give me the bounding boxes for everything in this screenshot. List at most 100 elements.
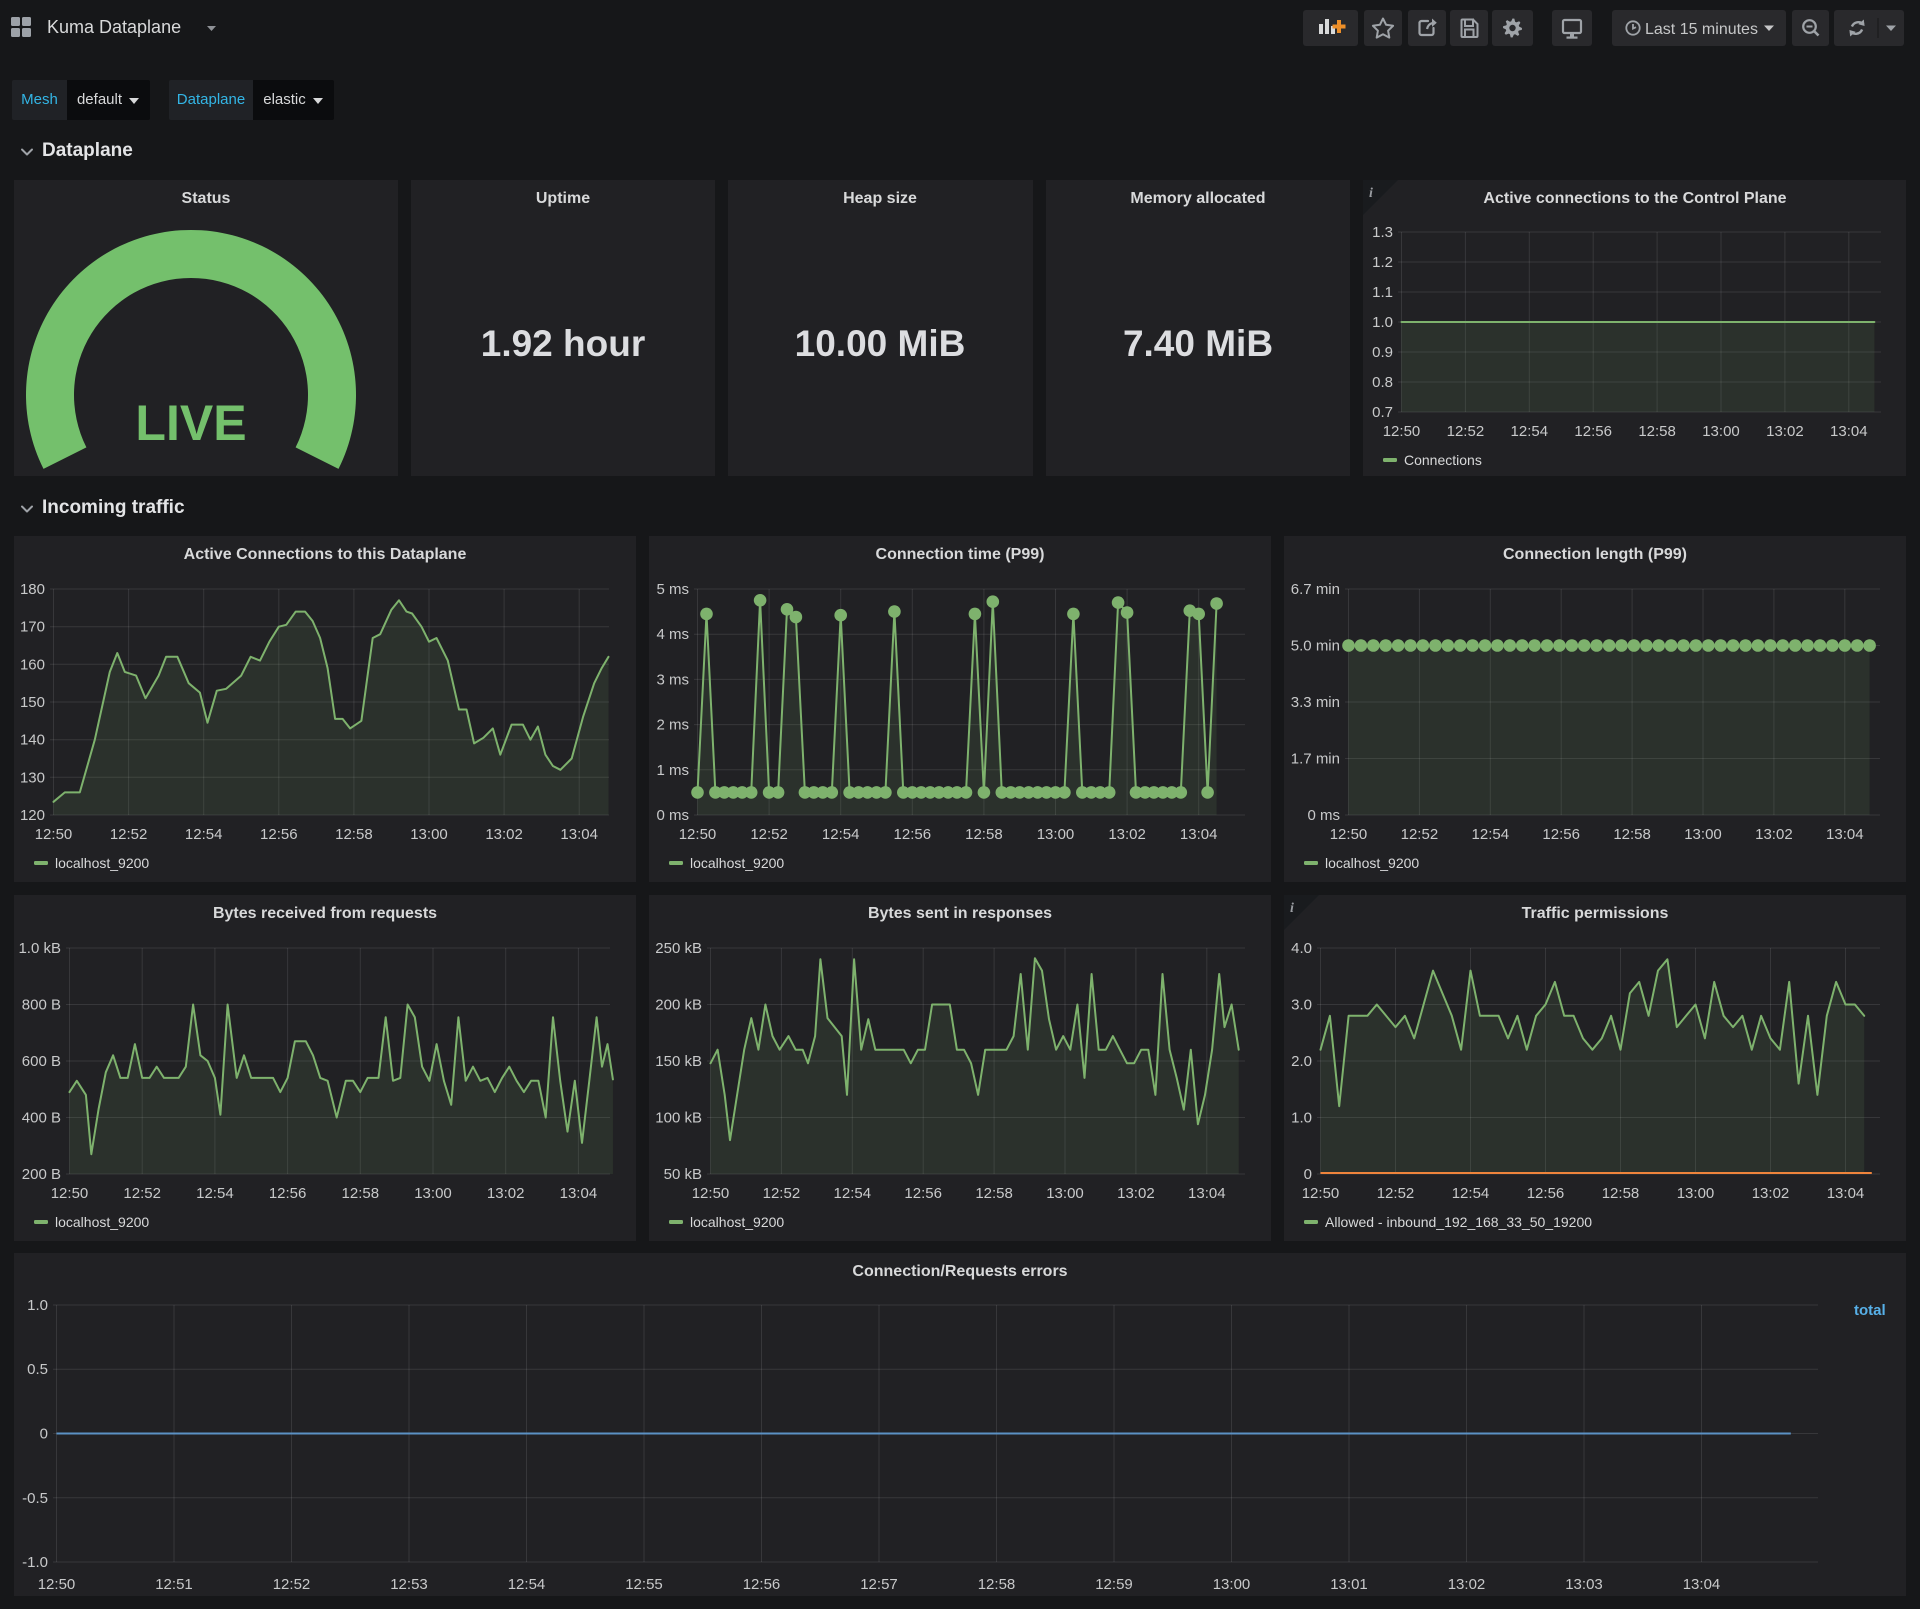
svg-text:5.0 min: 5.0 min xyxy=(1291,638,1340,655)
svg-text:13:00: 13:00 xyxy=(1677,1185,1715,1202)
svg-text:12:52: 12:52 xyxy=(110,826,148,843)
svg-text:13:02: 13:02 xyxy=(1108,826,1146,843)
svg-text:12:54: 12:54 xyxy=(196,1185,234,1202)
svg-text:Heap size: Heap size xyxy=(843,190,917,207)
svg-text:1.2: 1.2 xyxy=(1372,254,1393,271)
svg-text:12:53: 12:53 xyxy=(390,1576,428,1593)
svg-text:13:00: 13:00 xyxy=(1684,826,1722,843)
svg-text:Connections: Connections xyxy=(1404,452,1482,468)
svg-text:localhost_9200: localhost_9200 xyxy=(690,1214,784,1230)
svg-text:12:50: 12:50 xyxy=(1302,1185,1340,1202)
svg-text:3.0: 3.0 xyxy=(1291,997,1312,1014)
svg-text:0: 0 xyxy=(40,1426,48,1443)
svg-text:3.3 min: 3.3 min xyxy=(1291,694,1340,711)
svg-text:13:02: 13:02 xyxy=(1755,826,1793,843)
svg-text:13:04: 13:04 xyxy=(1826,826,1864,843)
svg-text:1.0: 1.0 xyxy=(1372,314,1393,331)
svg-text:12:54: 12:54 xyxy=(822,826,860,843)
svg-text:1.0: 1.0 xyxy=(27,1297,48,1314)
svg-text:3 ms: 3 ms xyxy=(656,671,689,688)
svg-text:0 ms: 0 ms xyxy=(1307,807,1340,824)
svg-text:400 B: 400 B xyxy=(22,1110,61,1127)
svg-text:0: 0 xyxy=(1304,1166,1312,1183)
svg-text:13:04: 13:04 xyxy=(1180,826,1218,843)
svg-text:12:56: 12:56 xyxy=(1527,1185,1565,1202)
svg-text:5 ms: 5 ms xyxy=(656,581,689,598)
svg-text:12:55: 12:55 xyxy=(625,1576,663,1593)
svg-text:13:00: 13:00 xyxy=(1046,1185,1084,1202)
svg-text:Memory allocated: Memory allocated xyxy=(1130,190,1265,207)
svg-text:12:52: 12:52 xyxy=(273,1576,311,1593)
svg-text:12:54: 12:54 xyxy=(1511,423,1549,440)
svg-text:50 kB: 50 kB xyxy=(664,1166,702,1183)
svg-text:12:56: 12:56 xyxy=(1574,423,1612,440)
svg-text:12:58: 12:58 xyxy=(335,826,373,843)
svg-text:12:50: 12:50 xyxy=(51,1185,89,1202)
svg-text:1.1: 1.1 xyxy=(1372,284,1393,301)
svg-text:12:56: 12:56 xyxy=(1542,826,1580,843)
svg-text:12:52: 12:52 xyxy=(1377,1185,1415,1202)
svg-text:12:59: 12:59 xyxy=(1095,1576,1133,1593)
svg-text:Connection/Requests errors: Connection/Requests errors xyxy=(852,1263,1067,1280)
svg-text:Kuma Dataplane: Kuma Dataplane xyxy=(47,17,181,37)
svg-text:Active connections to the Cont: Active connections to the Control Plane xyxy=(1483,190,1786,207)
svg-text:1.0: 1.0 xyxy=(1291,1110,1312,1127)
svg-text:160: 160 xyxy=(20,656,45,673)
svg-text:13:04: 13:04 xyxy=(560,826,598,843)
svg-text:130: 130 xyxy=(20,769,45,786)
svg-text:0.9: 0.9 xyxy=(1372,344,1393,361)
svg-text:total: total xyxy=(1854,1302,1886,1319)
svg-text:13:04: 13:04 xyxy=(560,1185,598,1202)
svg-text:13:03: 13:03 xyxy=(1565,1576,1603,1593)
svg-text:12:57: 12:57 xyxy=(860,1576,898,1593)
svg-text:1.7 min: 1.7 min xyxy=(1291,751,1340,768)
svg-text:13:02: 13:02 xyxy=(1448,1576,1486,1593)
svg-text:12:58: 12:58 xyxy=(978,1576,1016,1593)
svg-text:12:54: 12:54 xyxy=(508,1576,546,1593)
svg-text:12:50: 12:50 xyxy=(1330,826,1368,843)
svg-text:12:52: 12:52 xyxy=(123,1185,161,1202)
svg-text:12:50: 12:50 xyxy=(38,1576,76,1593)
svg-text:12:50: 12:50 xyxy=(692,1185,730,1202)
svg-text:12:54: 12:54 xyxy=(834,1185,872,1202)
svg-text:12:50: 12:50 xyxy=(679,826,717,843)
svg-text:13:01: 13:01 xyxy=(1330,1576,1368,1593)
svg-text:12:56: 12:56 xyxy=(269,1185,307,1202)
svg-text:localhost_9200: localhost_9200 xyxy=(55,855,149,871)
svg-text:10.00 MiB: 10.00 MiB xyxy=(795,323,966,364)
svg-text:600 B: 600 B xyxy=(22,1053,61,1070)
svg-text:Allowed - inbound_192_168_33_5: Allowed - inbound_192_168_33_50_19200 xyxy=(1325,1214,1592,1230)
svg-text:12:58: 12:58 xyxy=(975,1185,1013,1202)
svg-text:12:54: 12:54 xyxy=(1472,826,1510,843)
svg-text:1.0 kB: 1.0 kB xyxy=(18,940,61,957)
svg-text:13:00: 13:00 xyxy=(1213,1576,1251,1593)
svg-text:170: 170 xyxy=(20,619,45,636)
svg-text:12:56: 12:56 xyxy=(904,1185,942,1202)
svg-text:Bytes received from requests: Bytes received from requests xyxy=(213,905,437,922)
svg-text:150: 150 xyxy=(20,694,45,711)
svg-text:4.0: 4.0 xyxy=(1291,940,1312,957)
svg-text:800 B: 800 B xyxy=(22,997,61,1014)
svg-text:13:02: 13:02 xyxy=(1766,423,1804,440)
svg-text:13:02: 13:02 xyxy=(487,1185,525,1202)
svg-text:13:02: 13:02 xyxy=(485,826,523,843)
svg-text:Bytes sent in responses: Bytes sent in responses xyxy=(868,905,1052,922)
svg-text:140: 140 xyxy=(20,732,45,749)
svg-text:Active Connections to this Dat: Active Connections to this Dataplane xyxy=(184,546,467,563)
svg-text:Connection length (P99): Connection length (P99) xyxy=(1503,546,1687,563)
svg-text:12:58: 12:58 xyxy=(965,826,1003,843)
svg-text:180: 180 xyxy=(20,581,45,598)
svg-text:12:58: 12:58 xyxy=(342,1185,380,1202)
svg-text:Status: Status xyxy=(182,190,231,207)
svg-text:13:00: 13:00 xyxy=(410,826,448,843)
svg-text:i: i xyxy=(1369,186,1373,201)
svg-text:localhost_9200: localhost_9200 xyxy=(690,855,784,871)
svg-text:0.8: 0.8 xyxy=(1372,374,1393,391)
svg-text:Uptime: Uptime xyxy=(536,190,590,207)
svg-text:100 kB: 100 kB xyxy=(655,1110,702,1127)
svg-text:12:52: 12:52 xyxy=(1447,423,1485,440)
svg-text:-1.0: -1.0 xyxy=(22,1554,48,1571)
svg-text:12:56: 12:56 xyxy=(743,1576,781,1593)
svg-text:12:56: 12:56 xyxy=(894,826,932,843)
svg-text:1.3: 1.3 xyxy=(1372,224,1393,241)
